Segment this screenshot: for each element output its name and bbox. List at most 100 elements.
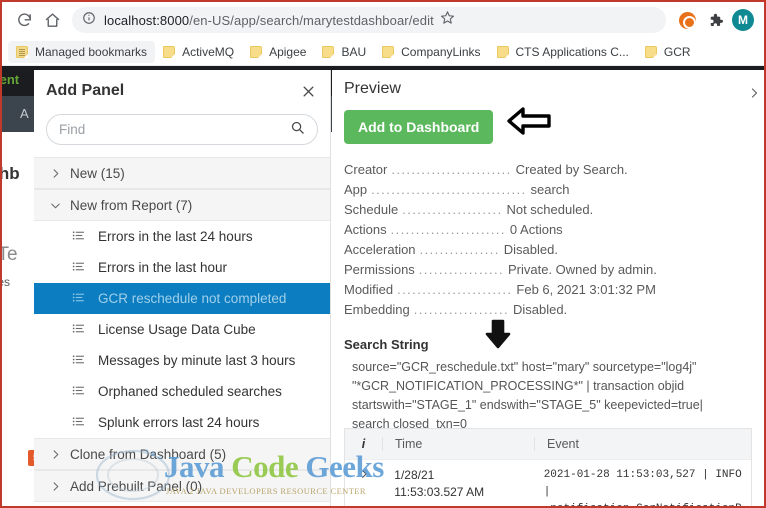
bookmark-label: Managed bookmarks (35, 44, 148, 59)
group-add-prebuilt-panel[interactable]: Add Prebuilt Panel (0) (34, 470, 330, 502)
dot-leader: ....................... (397, 282, 513, 297)
add-panel-header: Add Panel (34, 70, 330, 112)
close-icon[interactable] (298, 81, 318, 101)
dot-leader: ........................ (391, 162, 512, 177)
bookmark-managed-bookmarks[interactable]: Managed bookmarks (8, 40, 156, 63)
folder-icon (644, 45, 657, 58)
results-table: i Time Event 1/28/21 11:53:03.527 AM 202… (344, 428, 752, 506)
bookmark-star-icon[interactable] (440, 10, 455, 30)
search-icon[interactable] (290, 120, 305, 140)
metadata-key: Schedule (344, 202, 399, 217)
list-item-label: Errors in the last 24 hours (98, 229, 253, 244)
metadata-list: Creator ........................ Created… (344, 160, 750, 320)
metadata-row-app: App ............................... sear… (344, 180, 750, 200)
reload-icon[interactable] (10, 6, 38, 34)
chevron-right-icon (48, 481, 62, 492)
report-list-icon (72, 415, 85, 431)
metadata-row-embedding: Embedding ................... Disabled. (344, 300, 750, 320)
list-item-selected[interactable]: GCR reschedule not completed (34, 283, 330, 314)
search-input[interactable] (59, 122, 290, 137)
puzzle-extension-icon[interactable] (702, 7, 728, 33)
url-path: /en-US/app/search/marytestdashboar/edit (189, 12, 434, 28)
browser-toolbar: localhost:8000/en-US/app/search/marytest… (2, 2, 764, 38)
metadata-key: App (344, 182, 368, 197)
bookmark-companylinks[interactable]: CompanyLinks (374, 41, 488, 63)
preview-title: Preview (344, 80, 401, 97)
report-list-icon (72, 260, 85, 276)
report-list-icon (72, 322, 85, 338)
column-header-info: i (345, 437, 383, 451)
list-item[interactable]: Orphaned scheduled searches (34, 376, 330, 407)
bookmark-label: CTS Applications C... (515, 44, 629, 59)
report-list-icon (72, 384, 85, 400)
preview-pane: Preview Add to Dashboard Creator .......… (332, 70, 764, 506)
bookmark-label: ActiveMQ (182, 44, 235, 59)
group-label: New from Report (7) (70, 197, 193, 213)
address-bar[interactable]: localhost:8000/en-US/app/search/marytest… (72, 7, 666, 33)
metadata-value: Disabled. (513, 302, 568, 317)
metadata-row-acceleration: Acceleration ................ Disabled. (344, 240, 750, 260)
group-new[interactable]: New (15) (34, 157, 330, 189)
search-box[interactable] (46, 114, 318, 145)
group-new-from-report[interactable]: New from Report (7) (34, 189, 330, 221)
bookmark-apigee[interactable]: Apigee (242, 41, 314, 63)
dot-leader: ............................... (371, 182, 527, 197)
list-item[interactable]: Messages by minute last 3 hours (34, 345, 330, 376)
group-label: Add Prebuilt Panel (0) (70, 478, 203, 494)
url-host: localhost:8000 (104, 12, 190, 28)
home-icon[interactable] (38, 6, 66, 34)
bookmark-label: CompanyLinks (401, 44, 481, 59)
url-text: localhost:8000/en-US/app/search/marytest… (104, 13, 434, 28)
metadata-value: Created by Search. (515, 162, 628, 177)
bookmark-cts-applications[interactable]: CTS Applications C... (489, 41, 637, 63)
metadata-value: Not scheduled. (506, 202, 594, 217)
bookmarks-bar: Managed bookmarks ActiveMQ Apigee BAU Co… (2, 38, 764, 66)
metadata-key: Embedding (344, 302, 410, 317)
search-string-line: source="GCR_reschedule.txt" host="mary" … (352, 360, 697, 374)
panel-expand-chevron-right-icon[interactable] (748, 86, 760, 104)
metadata-row-creator: Creator ........................ Created… (344, 160, 750, 180)
metadata-key: Acceleration (344, 242, 416, 257)
row-expand-chevron-right-icon[interactable] (345, 467, 382, 482)
search-string-label: Search String (344, 337, 429, 352)
dot-leader: ....................... (390, 222, 506, 237)
list-item[interactable]: Errors in the last hour (34, 252, 330, 283)
report-list-icon (72, 291, 85, 307)
table-row[interactable]: 1/28/21 11:53:03.527 AM 2021-01-28 11:53… (345, 459, 751, 506)
group-clone-from-dashboard[interactable]: Clone from Dashboard (5) (34, 438, 330, 470)
group-label: Clone from Dashboard (5) (70, 446, 227, 462)
table-header-row: i Time Event (345, 429, 751, 459)
metadata-key: Creator (344, 162, 388, 177)
metadata-value: 0 Actions (509, 222, 563, 237)
bookmark-bau[interactable]: BAU (314, 41, 374, 63)
row-event-line2: | .notification.GcrNotificationB (543, 486, 742, 506)
app-dashboard-label: ashb (2, 164, 20, 183)
chevron-down-icon (48, 200, 62, 211)
report-list-icon (72, 353, 85, 369)
metadata-row-schedule: Schedule .................... Not schedu… (344, 200, 750, 220)
extension-orange-icon[interactable] (674, 7, 700, 33)
dot-leader: .................... (402, 202, 503, 217)
browser-window: localhost:8000/en-US/app/search/marytest… (0, 0, 766, 508)
metadata-value: search (530, 182, 570, 197)
folder-icon (382, 45, 395, 58)
add-to-dashboard-button[interactable]: Add to Dashboard (344, 110, 494, 144)
list-item[interactable]: Splunk errors last 24 hours (34, 407, 330, 438)
dot-leader: ................... (413, 302, 510, 317)
chevron-right-icon (48, 449, 62, 460)
dot-leader: ................ (419, 242, 500, 257)
dot-leader: ................. (418, 262, 504, 277)
column-header-time: Time (383, 437, 535, 451)
bookmark-gcr[interactable]: GCR (637, 41, 699, 63)
list-item-label: Splunk errors last 24 hours (98, 415, 260, 430)
list-item[interactable]: License Usage Data Cube (34, 314, 330, 345)
profile-avatar[interactable]: M (730, 7, 756, 33)
list-item-label: Messages by minute last 3 hours (98, 353, 296, 368)
metadata-value: Feb 6, 2021 3:01:32 PM (516, 282, 656, 297)
app-subnav-text: A (20, 106, 29, 121)
metadata-key: Modified (344, 282, 394, 297)
list-item[interactable]: Errors in the last 24 hours (34, 221, 330, 252)
bookmark-activemq[interactable]: ActiveMQ (155, 41, 242, 63)
metadata-key: Permissions (344, 262, 415, 277)
bookmark-label: GCR (663, 44, 691, 59)
